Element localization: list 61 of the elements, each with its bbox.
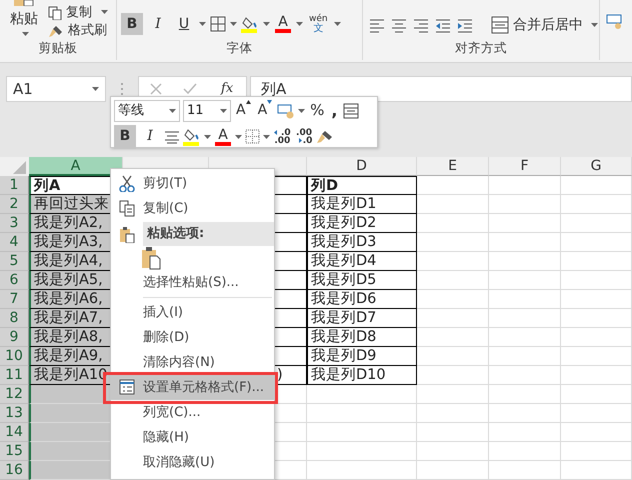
row-header[interactable]: 5 — [0, 252, 29, 271]
name-box[interactable]: A1 — [6, 76, 106, 102]
menu-item[interactable]: 取消隐藏(U) — [111, 450, 274, 475]
insert-function-button[interactable]: fx — [219, 78, 236, 100]
paste-button[interactable]: 粘贴 — [8, 8, 40, 30]
column-header[interactable]: A — [29, 157, 123, 176]
column-header[interactable]: E — [417, 157, 489, 176]
row-header[interactable]: 11 — [0, 366, 29, 385]
underline-button[interactable]: U — [173, 13, 195, 35]
table-cell: 我是列D4 — [307, 252, 417, 271]
column-header[interactable]: G — [561, 157, 632, 176]
column-header[interactable]: F — [489, 157, 561, 176]
table-cell: 列D — [307, 176, 417, 195]
table-cell: 我是列D1 — [307, 195, 417, 214]
increase-decimal-button[interactable]: .0 .00 — [273, 128, 292, 144]
row-header[interactable]: 12 — [0, 385, 29, 404]
row-header[interactable]: 1 — [0, 176, 29, 195]
font-dropdown[interactable]: 等线 — [114, 100, 180, 122]
bold-button[interactable]: B — [114, 124, 136, 148]
row-header[interactable]: 10 — [0, 347, 29, 366]
font-color-button[interactable]: A — [274, 13, 292, 35]
formula-field[interactable]: 列A — [250, 76, 632, 102]
menu-item[interactable]: 设置单元格格式(F)... — [111, 375, 274, 400]
bold-button[interactable]: B — [121, 13, 143, 35]
font-color-button[interactable]: A — [214, 126, 232, 148]
column-header[interactable]: D — [307, 157, 417, 176]
group-label: 字体 — [226, 39, 254, 58]
group-label: 剪贴板 — [38, 39, 78, 58]
menu-section-title: 粘贴选项: — [143, 222, 274, 246]
italic-button[interactable]: I — [139, 124, 161, 148]
table-cell: 我是列D6 — [307, 290, 417, 309]
menu-item[interactable]: 隐藏(H) — [111, 425, 274, 450]
table-cell: 我是列D5 — [307, 271, 417, 290]
shrink-font-button[interactable]: A — [256, 100, 274, 122]
percent-button[interactable]: % — [308, 100, 326, 122]
row-header[interactable]: 15 — [0, 442, 29, 461]
row-header[interactable]: 6 — [0, 271, 29, 290]
row-header[interactable]: 13 — [0, 404, 29, 423]
row-header[interactable]: 2 — [0, 195, 29, 214]
decrease-decimal-button[interactable]: .00 .0 — [294, 128, 314, 144]
phonetic-button[interactable]: wén 文 — [307, 12, 330, 36]
row-header[interactable]: 4 — [0, 233, 29, 252]
menu-item[interactable]: 列宽(C)... — [111, 400, 274, 425]
table-cell: 我是列D9 — [307, 347, 417, 366]
size-dropdown[interactable]: 11 — [183, 100, 231, 122]
row-header[interactable]: 14 — [0, 423, 29, 442]
table-cell: 我是列D10 — [307, 366, 417, 385]
grow-font-button[interactable]: A — [234, 100, 253, 122]
table-cell: 我是列D3 — [307, 233, 417, 252]
row-header[interactable]: 7 — [0, 290, 29, 309]
table-cell: 我是列D8 — [307, 328, 417, 347]
row-header[interactable]: 3 — [0, 214, 29, 233]
table-cell: 我是列D2 — [307, 214, 417, 233]
table-cell: 我是列D7 — [307, 309, 417, 328]
comma-style-button[interactable]: , — [329, 100, 340, 122]
row-header[interactable]: 8 — [0, 309, 29, 328]
row-header[interactable]: 9 — [0, 328, 29, 347]
merge-center-button[interactable]: 合并后居中 — [489, 14, 585, 36]
row-header[interactable]: 16 — [0, 461, 29, 480]
italic-button[interactable]: I — [147, 13, 169, 35]
group-label: 对齐方式 — [454, 39, 508, 58]
